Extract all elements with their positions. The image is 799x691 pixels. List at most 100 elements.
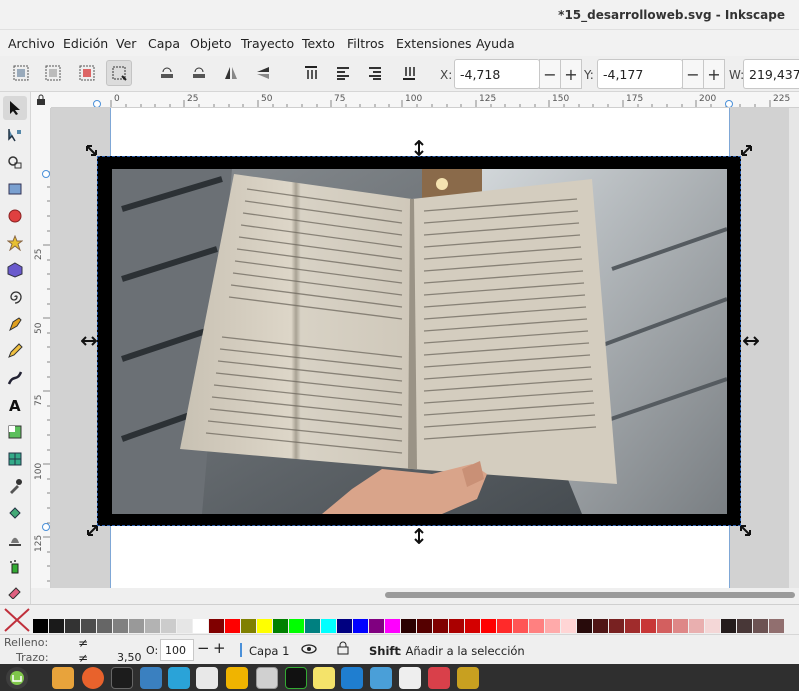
raise-icon[interactable] <box>330 60 356 86</box>
color-swatch[interactable] <box>353 619 368 633</box>
spiral-tool-icon[interactable] <box>3 285 27 309</box>
raise-to-top-icon[interactable] <box>298 60 324 86</box>
color-swatch[interactable] <box>433 619 448 633</box>
menu-archivo[interactable]: Archivo <box>8 36 55 51</box>
ellipse-tool-icon[interactable] <box>3 204 27 228</box>
color-swatch[interactable] <box>737 619 752 633</box>
color-swatch[interactable] <box>497 619 512 633</box>
color-swatch[interactable] <box>337 619 352 633</box>
ruler-lock-icon[interactable] <box>31 92 51 108</box>
menu-ayuda[interactable]: Ayuda <box>476 36 515 51</box>
terminal-icon[interactable] <box>111 667 133 689</box>
pencil-tool-icon[interactable] <box>3 339 27 363</box>
color-swatch[interactable] <box>513 619 528 633</box>
color-swatch[interactable] <box>49 619 64 633</box>
zoom-tool-icon[interactable] <box>3 150 27 174</box>
color-swatch[interactable] <box>529 619 544 633</box>
menu-ver[interactable]: Ver <box>116 36 136 51</box>
node-tool-icon[interactable] <box>3 123 27 147</box>
music-icon[interactable] <box>196 667 218 689</box>
tweak-tool-icon[interactable] <box>3 528 27 552</box>
scrollbar-thumb[interactable] <box>385 592 795 598</box>
x-field[interactable]: -4,718 <box>454 59 540 89</box>
menu-texto[interactable]: Texto <box>302 36 335 51</box>
color-swatch[interactable] <box>609 619 624 633</box>
color-swatch[interactable] <box>561 619 576 633</box>
rotate-ccw-icon[interactable] <box>154 60 180 86</box>
touch-select-icon[interactable] <box>106 60 132 86</box>
rectangle-tool-icon[interactable] <box>3 177 27 201</box>
resize-handle-ne-icon[interactable] <box>739 144 753 158</box>
color-swatch[interactable] <box>401 619 416 633</box>
color-swatch[interactable] <box>177 619 192 633</box>
opacity-increment-button[interactable]: + <box>213 639 226 657</box>
no-paint-icon[interactable] <box>2 606 32 634</box>
color-swatch[interactable] <box>161 619 176 633</box>
color-swatch[interactable] <box>721 619 736 633</box>
menu-edicion[interactable]: Edición <box>63 36 108 51</box>
resize-handle-nw-icon[interactable] <box>85 144 99 158</box>
y-field[interactable]: -4,177 <box>597 59 683 89</box>
spray-tool-icon[interactable] <box>3 555 27 579</box>
color-swatch[interactable] <box>33 619 48 633</box>
color-swatch[interactable] <box>129 619 144 633</box>
layer-visibility-icon[interactable] <box>301 643 317 655</box>
vscode-icon[interactable] <box>341 667 363 689</box>
flip-vertical-icon[interactable] <box>250 60 276 86</box>
system-monitor-icon[interactable] <box>285 667 307 689</box>
color-swatch[interactable] <box>273 619 288 633</box>
gradient-tool-icon[interactable] <box>3 420 27 444</box>
resize-handle-s-icon[interactable] <box>413 528 425 544</box>
drawing-canvas[interactable] <box>51 108 799 588</box>
x-increment-button[interactable]: + <box>560 59 582 89</box>
x-decrement-button[interactable]: − <box>539 59 561 89</box>
menu-objeto[interactable]: Objeto <box>190 36 232 51</box>
y-decrement-button[interactable]: − <box>682 59 704 89</box>
color-swatch[interactable] <box>113 619 128 633</box>
notes-icon[interactable] <box>313 667 335 689</box>
tools-icon[interactable] <box>457 667 479 689</box>
browser-icon[interactable] <box>140 667 162 689</box>
calligraphy-tool-icon[interactable] <box>3 366 27 390</box>
pen-tool-icon[interactable] <box>3 312 27 336</box>
stroke-indicator[interactable]: ≠ <box>78 651 88 665</box>
color-swatch[interactable] <box>193 619 208 633</box>
color-swatch[interactable] <box>481 619 496 633</box>
mint-menu-icon[interactable] <box>6 667 28 689</box>
sticky-icon[interactable] <box>226 667 248 689</box>
text-tool-icon[interactable]: A <box>3 393 27 417</box>
firefox-icon[interactable] <box>82 667 104 689</box>
menu-capa[interactable]: Capa <box>148 36 180 51</box>
flip-horizontal-icon[interactable] <box>218 60 244 86</box>
lower-to-bottom-icon[interactable] <box>396 60 422 86</box>
menu-filtros[interactable]: Filtros <box>347 36 384 51</box>
color-swatch[interactable] <box>321 619 336 633</box>
color-swatch[interactable] <box>689 619 704 633</box>
color-swatch[interactable] <box>625 619 640 633</box>
color-swatch[interactable] <box>753 619 768 633</box>
color-swatch[interactable] <box>417 619 432 633</box>
color-swatch[interactable] <box>577 619 592 633</box>
paint-bucket-tool-icon[interactable] <box>3 501 27 525</box>
fill-indicator[interactable]: ≠ <box>78 636 88 650</box>
current-layer[interactable]: Capa 1 <box>249 644 289 658</box>
color-swatch[interactable] <box>209 619 224 633</box>
color-swatch[interactable] <box>641 619 656 633</box>
telegram-icon[interactable] <box>168 667 190 689</box>
menu-extensiones[interactable]: Extensiones <box>396 36 472 51</box>
color-swatch[interactable] <box>705 619 720 633</box>
color-swatch[interactable] <box>97 619 112 633</box>
color-swatch[interactable] <box>225 619 240 633</box>
color-swatch[interactable] <box>305 619 320 633</box>
color-swatch[interactable] <box>545 619 560 633</box>
opacity-field[interactable]: 100 <box>160 639 194 661</box>
horizontal-ruler[interactable]: 0 25 50 75 100 125 150 175 200 225 <box>51 92 799 108</box>
rotate-cw-icon[interactable] <box>186 60 212 86</box>
mesh-tool-icon[interactable] <box>3 447 27 471</box>
opacity-decrement-button[interactable]: − <box>197 639 210 657</box>
color-swatch[interactable] <box>81 619 96 633</box>
screenshot-icon[interactable] <box>370 667 392 689</box>
stroke-width[interactable]: 3,50 <box>117 651 142 664</box>
color-swatch[interactable] <box>369 619 384 633</box>
resize-handle-se-icon[interactable] <box>739 524 753 538</box>
